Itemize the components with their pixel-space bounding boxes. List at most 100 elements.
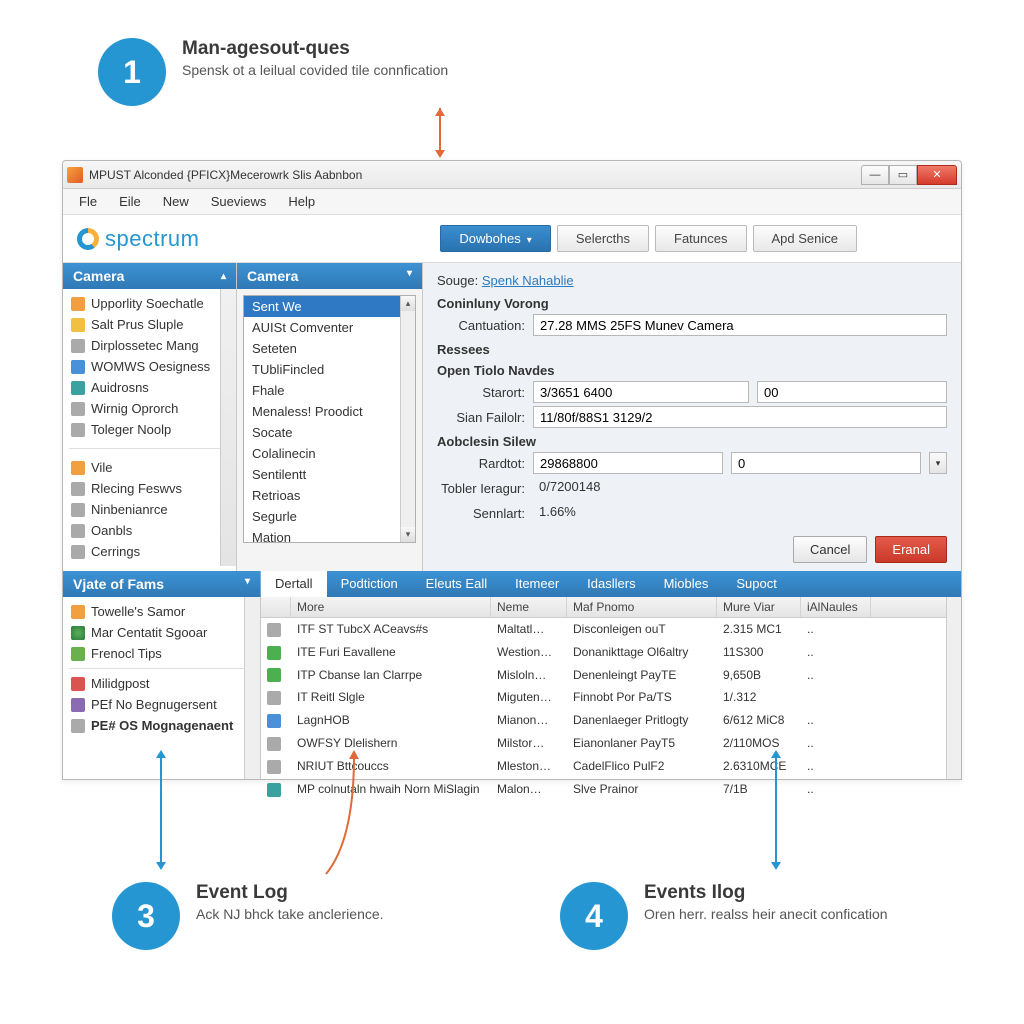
gh-maf[interactable]: Maf Pnomo bbox=[567, 597, 717, 617]
side-item[interactable]: Cerrings bbox=[63, 541, 236, 562]
tab-apd-senice[interactable]: Apd Senice bbox=[753, 225, 858, 252]
ll-item[interactable]: Towelle's Samor bbox=[63, 601, 260, 622]
camera-item[interactable]: TUbliFincled bbox=[244, 359, 415, 380]
ll-item[interactable]: PE# OS Mognagenaent bbox=[63, 715, 260, 736]
camera-item[interactable]: Segurle bbox=[244, 506, 415, 527]
ltab-miobles[interactable]: Miobles bbox=[650, 571, 723, 597]
ltab-podtiction[interactable]: Podtiction bbox=[327, 571, 412, 597]
close-button[interactable]: ✕ bbox=[917, 165, 957, 185]
ltab-dertall[interactable]: Dertall bbox=[261, 571, 327, 597]
grid-header: More Neme Maf Pnomo Mure Viar iAlNaules bbox=[261, 597, 961, 618]
brand-logo: spectrum bbox=[77, 226, 199, 252]
submit-button[interactable]: Eranal bbox=[875, 536, 947, 563]
camera-listbox[interactable]: Sent We AUISt Comventer Seteten TUbliFin… bbox=[243, 295, 416, 543]
sidebar-scroll[interactable]: Upporlity Soechatle Salt Prus Sluple Dir… bbox=[63, 289, 236, 566]
minimize-button[interactable]: — bbox=[861, 165, 889, 185]
gh-ialnaules[interactable]: iAlNaules bbox=[801, 597, 871, 617]
side-item[interactable]: Wirnig Oprorch bbox=[63, 398, 236, 419]
ltab-idasllers[interactable]: Idasllers bbox=[573, 571, 649, 597]
gh-more[interactable]: More bbox=[291, 597, 491, 617]
wrench-icon bbox=[71, 482, 85, 496]
side-item[interactable]: Auidrosns bbox=[63, 377, 236, 398]
table-row[interactable]: MP colnutaln hwaih Norn MiSlaginMalon…Sl… bbox=[261, 778, 961, 801]
randot-input[interactable] bbox=[533, 452, 723, 474]
gh-mure[interactable]: Mure Viar bbox=[717, 597, 801, 617]
camera-item[interactable]: Sentilentt bbox=[244, 464, 415, 485]
cancel-button[interactable]: Cancel bbox=[793, 536, 867, 563]
side-item[interactable]: Upporlity Soechatle bbox=[63, 293, 236, 314]
callout-1: 1 Man-agesout-ques Spensk ot a leilual c… bbox=[98, 38, 448, 106]
gh-neme[interactable]: Neme bbox=[491, 597, 567, 617]
scroll-up-icon[interactable]: ▴ bbox=[401, 296, 415, 311]
side-item[interactable]: Salt Prus Sluple bbox=[63, 314, 236, 335]
side-item[interactable]: Ninbenianrce bbox=[63, 499, 236, 520]
table-row[interactable]: IT Reitl SlgleMiguten…Finnobt Por Pa/TS1… bbox=[261, 686, 961, 709]
side-label: Auidrosns bbox=[91, 380, 149, 395]
starort-input[interactable] bbox=[533, 381, 749, 403]
randot-b-input[interactable] bbox=[731, 452, 921, 474]
window-controls: — ▭ ✕ bbox=[861, 165, 957, 185]
side-item[interactable]: WOMWS Oesigness bbox=[63, 356, 236, 377]
ltab-supoct[interactable]: Supoct bbox=[722, 571, 790, 597]
starort-label: Starort: bbox=[437, 385, 525, 400]
titlebar[interactable]: MPUST Alconded {PFICX}Mecerowrk Slis Aab… bbox=[63, 161, 961, 189]
ll-item[interactable]: Frenocl Tips bbox=[63, 643, 260, 664]
file-icon bbox=[71, 461, 85, 475]
camera-item[interactable]: Menaless! Proodict bbox=[244, 401, 415, 422]
gh-icon[interactable] bbox=[261, 597, 291, 617]
camera-item[interactable]: Fhale bbox=[244, 380, 415, 401]
ll-item[interactable]: Milidgpost bbox=[63, 673, 260, 694]
starort-b-input[interactable] bbox=[757, 381, 947, 403]
cantuation-input[interactable] bbox=[533, 314, 947, 336]
ltab-itemeer[interactable]: Itemeer bbox=[501, 571, 573, 597]
sidebar-head[interactable]: Camera ▴ bbox=[63, 263, 236, 289]
camera-item[interactable]: Mation bbox=[244, 527, 415, 542]
side-item[interactable]: Dirplossetec Mang bbox=[63, 335, 236, 356]
badge-1: 1 bbox=[98, 38, 166, 106]
side-item[interactable]: Toleger Noolp bbox=[63, 419, 236, 440]
camera-head[interactable]: Camera ▾ bbox=[237, 263, 422, 289]
ltab-eleuts[interactable]: Eleuts Eall bbox=[412, 571, 501, 597]
san-input[interactable] bbox=[533, 406, 947, 428]
side-label: Toleger Noolp bbox=[91, 422, 171, 437]
chevron-down-icon: ▾ bbox=[245, 576, 250, 592]
ll-item[interactable]: Mar Centatit Sgooar bbox=[63, 622, 260, 643]
menu-new[interactable]: New bbox=[153, 191, 199, 212]
tab-fatunces[interactable]: Fatunces bbox=[655, 225, 746, 252]
lower-head[interactable]: Vjate of Fams ▾ bbox=[63, 571, 261, 597]
souge-link[interactable]: Spenk Nahablie bbox=[482, 273, 574, 288]
table-row[interactable]: LagnHOBMianon…Danenlaeger Pritlogty6/612… bbox=[261, 709, 961, 732]
table-row[interactable]: ITE Furi EavalleneWestion…Donanikttage O… bbox=[261, 641, 961, 664]
menu-sueviews[interactable]: Sueviews bbox=[201, 191, 277, 212]
maximize-button[interactable]: ▭ bbox=[889, 165, 917, 185]
menu-fle[interactable]: Fle bbox=[69, 191, 107, 212]
table-row[interactable]: ITP Cbanse lan ClarrpeMisloln…Denenleing… bbox=[261, 664, 961, 687]
window-title: MPUST Alconded {PFICX}Mecerowrk Slis Aab… bbox=[89, 168, 861, 182]
side-item[interactable]: Vile bbox=[63, 457, 236, 478]
table-row[interactable]: NRIUT BttcouccsMleston…CadelFlico PulF22… bbox=[261, 755, 961, 778]
menu-help[interactable]: Help bbox=[278, 191, 325, 212]
dropdown-icon[interactable]: ▾ bbox=[929, 452, 947, 474]
camera-item[interactable]: Sent We bbox=[244, 296, 415, 317]
grid-scrollbar[interactable] bbox=[946, 597, 961, 779]
tab-dowboles[interactable]: Dowbohes bbox=[440, 225, 550, 252]
camera-item[interactable]: Retrioas bbox=[244, 485, 415, 506]
side-item[interactable]: Rlecing Feswvs bbox=[63, 478, 236, 499]
brand-text: spectrum bbox=[105, 226, 199, 252]
side-item[interactable]: Oanbls bbox=[63, 520, 236, 541]
tab-selerchs[interactable]: Selercths bbox=[557, 225, 649, 252]
menu-eile[interactable]: Eile bbox=[109, 191, 151, 212]
callout-4-title: Events Ilog bbox=[644, 882, 888, 904]
camera-item[interactable]: Seteten bbox=[244, 338, 415, 359]
table-row[interactable]: ITF ST TubcX ACeavs#sMaltatl…Disconleige… bbox=[261, 618, 961, 641]
scroll-down-icon[interactable]: ▾ bbox=[401, 527, 415, 542]
table-row[interactable]: OWFSY DlelishernMilstor…Eianonlaner PayT… bbox=[261, 732, 961, 755]
camera-scrollbar[interactable]: ▴ ▾ bbox=[400, 296, 415, 542]
callout-3-text: Event Log Ack NJ bhck take anclerience. bbox=[196, 882, 384, 922]
callout-3: 3 Event Log Ack NJ bhck take anclerience… bbox=[112, 882, 384, 950]
design-icon bbox=[71, 360, 85, 374]
camera-item[interactable]: Colalinecin bbox=[244, 443, 415, 464]
ll-item[interactable]: PEf No Begnugersent bbox=[63, 694, 260, 715]
camera-item[interactable]: Socate bbox=[244, 422, 415, 443]
camera-item[interactable]: AUISt Comventer bbox=[244, 317, 415, 338]
